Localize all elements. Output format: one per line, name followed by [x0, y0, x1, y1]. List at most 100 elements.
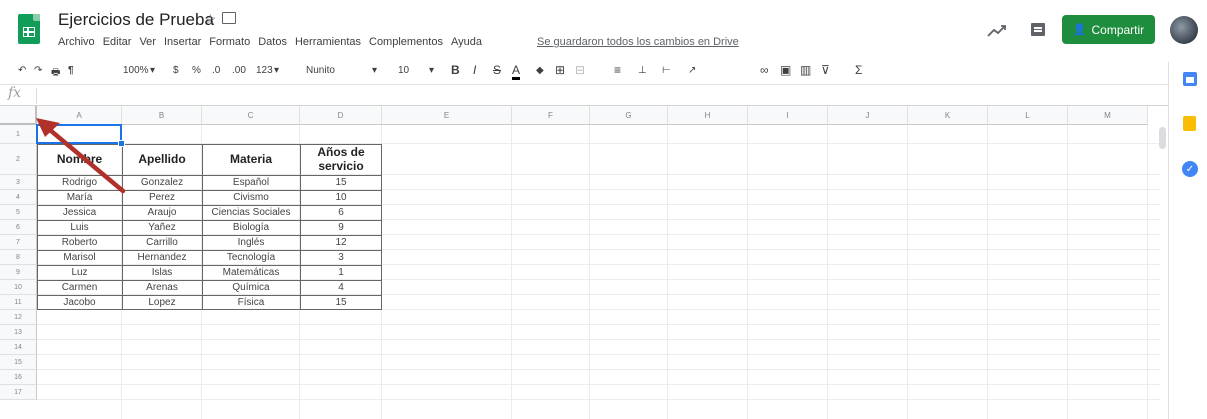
column-header-j[interactable]: J [828, 106, 908, 125]
table-cell[interactable]: 10 [300, 190, 382, 205]
star-icon[interactable]: ☆ [204, 11, 217, 28]
row-header-15[interactable]: 15 [0, 355, 37, 370]
borders-icon[interactable]: ⊞ [555, 63, 565, 77]
table-cell[interactable]: 4 [300, 280, 382, 295]
document-title[interactable]: Ejercicios de Prueba [58, 10, 214, 30]
table-cell[interactable]: Física [202, 295, 300, 310]
paint-format-icon[interactable]: ¶ [68, 65, 74, 76]
table-cell[interactable]: Jacobo [37, 295, 122, 310]
row-header-7[interactable]: 7 [0, 235, 37, 250]
text-rotation-icon[interactable]: ↗ [688, 65, 696, 76]
table-cell[interactable]: Hernandez [122, 250, 202, 265]
table-cell[interactable]: Carmen [37, 280, 122, 295]
table-cell[interactable]: Química [202, 280, 300, 295]
font-select[interactable]: Nunito [306, 65, 335, 76]
increase-decimal-button[interactable]: .00 [232, 65, 246, 76]
column-header-i[interactable]: I [748, 106, 828, 125]
table-cell[interactable]: Araujo [122, 205, 202, 220]
chevron-down-icon[interactable]: ▾ [274, 65, 279, 76]
vertical-scrollbar[interactable] [1159, 127, 1166, 149]
menu-ayuda[interactable]: Ayuda [451, 36, 482, 48]
chevron-down-icon[interactable]: ▾ [372, 65, 377, 76]
strikethrough-button[interactable]: S [493, 63, 501, 77]
table-cell[interactable]: 3 [300, 250, 382, 265]
table-cell[interactable]: Ciencias Sociales [202, 205, 300, 220]
chevron-down-icon[interactable]: ▾ [429, 65, 434, 76]
folder-icon[interactable] [222, 12, 236, 24]
row-header-10[interactable]: 10 [0, 280, 37, 295]
table-cell[interactable]: Marisol [37, 250, 122, 265]
column-header-l[interactable]: L [988, 106, 1068, 125]
functions-icon[interactable]: Σ [855, 63, 862, 77]
save-status-link[interactable]: Se guardaron todos los cambios en Drive [537, 36, 739, 48]
table-cell[interactable]: 6 [300, 205, 382, 220]
column-header-b[interactable]: B [122, 106, 202, 125]
table-cell[interactable]: Yañez [122, 220, 202, 235]
table-cell[interactable]: Islas [122, 265, 202, 280]
table-cell[interactable]: Jessica [37, 205, 122, 220]
column-header-g[interactable]: G [590, 106, 668, 125]
table-cell[interactable]: Matemáticas [202, 265, 300, 280]
table-cell[interactable]: 9 [300, 220, 382, 235]
menu-editar[interactable]: Editar [103, 36, 132, 48]
row-header-14[interactable]: 14 [0, 340, 37, 355]
chevron-down-icon[interactable]: ▾ [150, 65, 155, 76]
horizontal-align-icon[interactable]: ≡ [614, 63, 621, 77]
redo-icon[interactable]: ↷ [34, 65, 42, 76]
insert-link-icon[interactable]: ∞ [760, 63, 769, 77]
zoom-select[interactable]: 100% [123, 65, 149, 76]
menu-datos[interactable]: Datos [258, 36, 287, 48]
comment-history-icon[interactable] [1031, 23, 1045, 36]
tasks-icon[interactable]: ✓ [1182, 161, 1198, 177]
table-cell[interactable]: 15 [300, 295, 382, 310]
insert-comment-icon[interactable]: ▣ [780, 63, 791, 77]
table-cell[interactable]: Biología [202, 220, 300, 235]
table-header-cell[interactable]: Años de servicio [300, 144, 382, 175]
row-header-6[interactable]: 6 [0, 220, 37, 235]
bold-button[interactable]: B [451, 63, 460, 77]
table-cell[interactable]: Arenas [122, 280, 202, 295]
vertical-align-icon[interactable]: ⊥ [638, 65, 647, 76]
fill-color-icon[interactable]: ◆ [536, 65, 544, 76]
keep-notes-icon[interactable] [1183, 116, 1196, 131]
table-cell[interactable]: 12 [300, 235, 382, 250]
column-header-e[interactable]: E [382, 106, 512, 125]
menu-archivo[interactable]: Archivo [58, 36, 95, 48]
row-header-16[interactable]: 16 [0, 370, 37, 385]
print-icon[interactable]: 🖶 [51, 65, 60, 82]
table-cell[interactable]: Civismo [202, 190, 300, 205]
table-cell[interactable]: Luz [37, 265, 122, 280]
filter-icon[interactable]: ⊽ [821, 63, 830, 77]
activity-trend-icon[interactable] [987, 23, 1007, 39]
column-header-c[interactable]: C [202, 106, 300, 125]
avatar[interactable] [1170, 16, 1198, 44]
spreadsheet-grid[interactable]: A B C D E F G H I J K L M 1 2 3 4 5 6 7 8 9 10 11 12 13 14 15 16 17 No… [0, 106, 1160, 419]
row-header-17[interactable]: 17 [0, 385, 37, 400]
table-cell[interactable]: 15 [300, 175, 382, 190]
table-cell[interactable]: Inglés [202, 235, 300, 250]
table-cell[interactable]: Gonzalez [122, 175, 202, 190]
menu-herramientas[interactable]: Herramientas [295, 36, 361, 48]
table-cell[interactable]: Español [202, 175, 300, 190]
row-header-12[interactable]: 12 [0, 310, 37, 325]
percent-format-button[interactable]: % [192, 65, 201, 76]
currency-format-button[interactable]: $ [173, 65, 179, 76]
row-header-8[interactable]: 8 [0, 250, 37, 265]
table-cell[interactable]: Roberto [37, 235, 122, 250]
insert-chart-icon[interactable]: ▥ [800, 63, 811, 77]
table-cell[interactable]: Perez [122, 190, 202, 205]
table-cell[interactable]: Luis [37, 220, 122, 235]
table-cell[interactable]: Carrillo [122, 235, 202, 250]
merge-cells-icon[interactable]: ⊟ [575, 63, 585, 77]
table-header-cell[interactable]: Apellido [122, 144, 202, 175]
row-header-11[interactable]: 11 [0, 295, 37, 310]
sheets-logo-icon[interactable] [18, 14, 40, 44]
column-header-m[interactable]: M [1068, 106, 1148, 125]
share-button[interactable]: 👤 Compartir [1062, 15, 1155, 44]
decrease-decimal-button[interactable]: .0 [212, 65, 220, 76]
italic-button[interactable]: I [473, 63, 476, 77]
column-header-k[interactable]: K [908, 106, 988, 125]
table-cell[interactable]: 1 [300, 265, 382, 280]
menu-ver[interactable]: Ver [139, 36, 156, 48]
row-header-13[interactable]: 13 [0, 325, 37, 340]
